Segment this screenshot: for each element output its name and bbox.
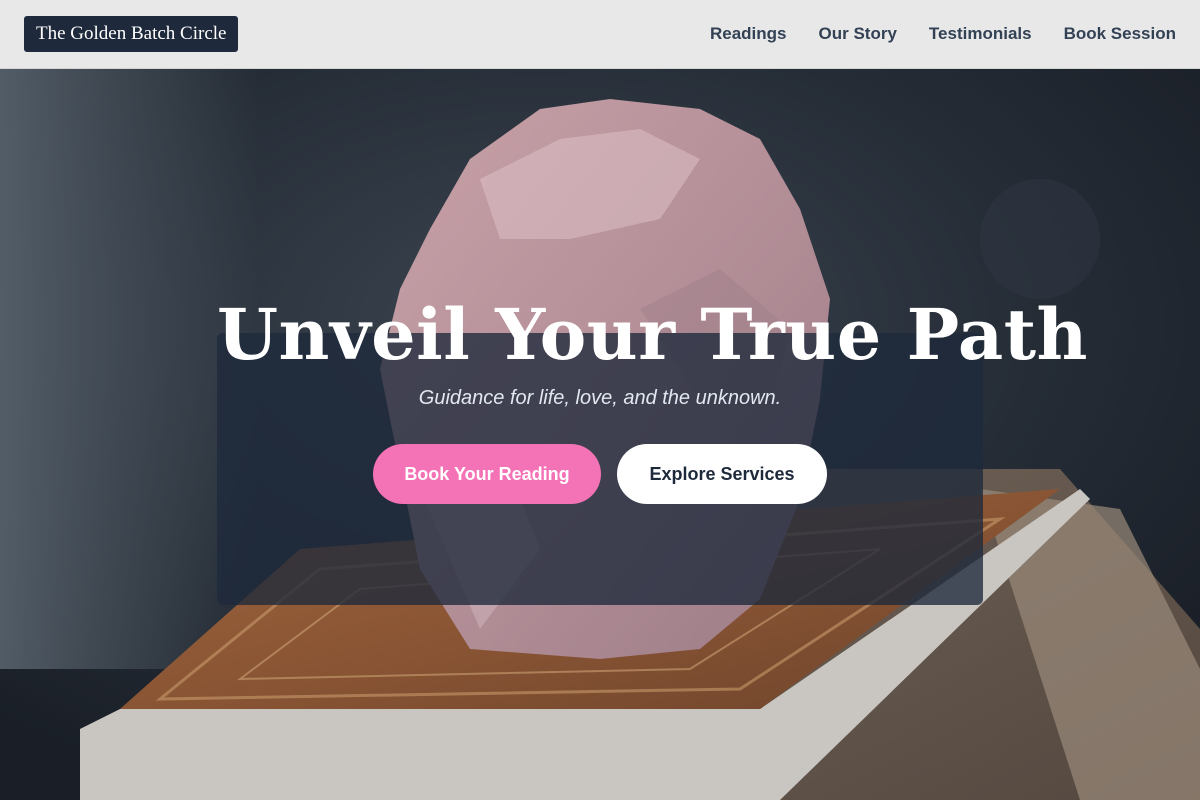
hero-subheadline: Guidance for life, love, and the unknown… bbox=[418, 387, 782, 409]
brand-logo[interactable]: The Golden Batch Circle bbox=[24, 16, 239, 52]
nav-link-testimonials[interactable]: Testimonials bbox=[929, 24, 1032, 44]
book-reading-button[interactable]: Book Your Reading bbox=[373, 444, 601, 504]
nav-link-readings[interactable]: Readings bbox=[710, 24, 787, 44]
explore-services-button[interactable]: Explore Services bbox=[617, 444, 827, 504]
site-header: The Golden Batch Circle Readings Our Sto… bbox=[0, 0, 1200, 69]
nav-link-our-story[interactable]: Our Story bbox=[819, 24, 897, 44]
nav-link-book-session[interactable]: Book Session bbox=[1064, 24, 1176, 44]
main-nav: Readings Our Story Testimonials Book Ses… bbox=[710, 0, 1176, 68]
hero-card-content: Unveil Your True Path Guidance for life,… bbox=[217, 264, 1088, 536]
hero-headline: Unveil Your True Path bbox=[217, 293, 1088, 376]
